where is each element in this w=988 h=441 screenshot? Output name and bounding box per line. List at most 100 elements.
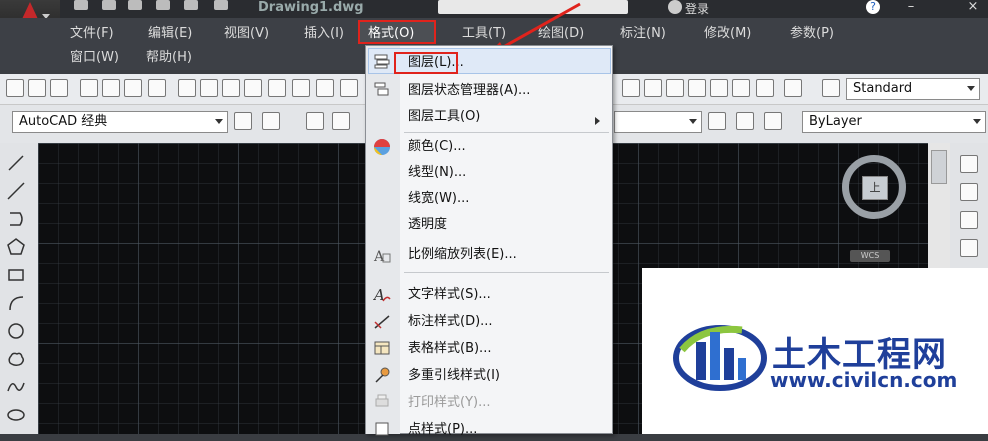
menu-item-lineweight[interactable]: 线宽(W)... bbox=[408, 188, 469, 210]
markup-icon[interactable] bbox=[710, 79, 728, 97]
paste-icon[interactable] bbox=[222, 79, 240, 97]
text-style-icon[interactable] bbox=[822, 79, 840, 97]
scale-list-icon: A bbox=[373, 249, 391, 264]
revision-cloud-icon[interactable] bbox=[6, 349, 26, 369]
layers-icon bbox=[374, 54, 390, 69]
close-button[interactable]: × bbox=[962, 0, 984, 14]
open-icon[interactable] bbox=[28, 79, 46, 97]
save-icon[interactable] bbox=[128, 0, 142, 10]
menu-parameters[interactable]: 参数(P) bbox=[790, 24, 834, 44]
workspace-lock-icon[interactable] bbox=[262, 112, 280, 130]
menu-item-table-style[interactable]: 表格样式(B)... bbox=[408, 338, 491, 360]
plot-style-icon bbox=[375, 394, 389, 407]
workspace-settings-icon[interactable] bbox=[234, 112, 252, 130]
save-as-icon[interactable] bbox=[156, 0, 170, 10]
new-icon[interactable] bbox=[6, 79, 24, 97]
undo-icon[interactable] bbox=[184, 0, 198, 10]
menu-format[interactable]: 格式(O) bbox=[368, 24, 414, 44]
help-icon[interactable] bbox=[784, 79, 802, 97]
quickcalc-icon[interactable] bbox=[732, 79, 750, 97]
menu-edit[interactable]: 编辑(E) bbox=[148, 24, 192, 44]
copy-object-icon[interactable] bbox=[960, 183, 978, 201]
point-style-icon bbox=[375, 422, 389, 436]
table-style-icon bbox=[374, 341, 390, 355]
menu-item-transparency[interactable]: 透明度 bbox=[408, 214, 447, 236]
redo-icon[interactable] bbox=[316, 79, 334, 97]
new-file-icon[interactable] bbox=[74, 0, 88, 10]
open-file-icon[interactable] bbox=[102, 0, 116, 10]
save-icon[interactable] bbox=[50, 79, 68, 97]
chevron-down-icon bbox=[967, 86, 975, 91]
layer-state-icon[interactable] bbox=[764, 112, 782, 130]
3d-dwf-icon[interactable] bbox=[148, 79, 166, 97]
copy-icon[interactable] bbox=[200, 79, 218, 97]
make-current-icon[interactable] bbox=[708, 112, 726, 130]
color-select[interactable]: ByLayer bbox=[802, 111, 986, 133]
properties-icon[interactable] bbox=[622, 79, 640, 97]
menu-item-color[interactable]: 颜色(C)... bbox=[408, 136, 466, 158]
erase-icon[interactable] bbox=[960, 155, 978, 173]
wcs-menu[interactable]: WCS bbox=[850, 250, 890, 262]
plot-preview-icon[interactable] bbox=[102, 79, 120, 97]
redo-icon[interactable] bbox=[214, 0, 228, 10]
menu-item-scale-list[interactable]: 比例缩放列表(E)... bbox=[408, 244, 517, 266]
color-value: ByLayer bbox=[809, 114, 862, 129]
menu-view[interactable]: 视图(V) bbox=[224, 24, 269, 44]
menu-item-layer-state-manager[interactable]: 图层状态管理器(A)... bbox=[408, 80, 530, 102]
block-editor-icon[interactable] bbox=[268, 79, 286, 97]
construction-line-icon[interactable] bbox=[6, 181, 26, 201]
minimize-button[interactable]: – bbox=[900, 0, 922, 14]
menu-item-text-style[interactable]: 文字样式(S)... bbox=[408, 284, 491, 306]
menu-dimension[interactable]: 标注(N) bbox=[620, 24, 666, 44]
polyline-icon[interactable] bbox=[6, 209, 26, 229]
tool-palettes-icon[interactable] bbox=[666, 79, 684, 97]
menu-file[interactable]: 文件(F) bbox=[70, 24, 114, 44]
bulb-icon[interactable] bbox=[332, 112, 350, 130]
design-center-icon[interactable] bbox=[644, 79, 662, 97]
text-style-value: Standard bbox=[853, 81, 913, 96]
menu-separator bbox=[404, 132, 609, 133]
spline-icon[interactable] bbox=[6, 377, 26, 397]
menu-item-point-style[interactable]: 点样式(P)... bbox=[408, 419, 477, 441]
user-icon[interactable] bbox=[668, 0, 682, 14]
menu-item-linetype[interactable]: 线型(N)... bbox=[408, 162, 466, 184]
menu-item-plot-style: 打印样式(Y)... bbox=[408, 395, 491, 410]
polygon-icon[interactable] bbox=[6, 237, 26, 257]
publish-icon[interactable] bbox=[124, 79, 142, 97]
sheet-set-icon[interactable] bbox=[688, 79, 706, 97]
layer-properties-icon[interactable] bbox=[306, 112, 324, 130]
circle-icon[interactable] bbox=[6, 321, 26, 341]
menu-help[interactable]: 帮助(H) bbox=[146, 48, 192, 68]
arc-icon[interactable] bbox=[6, 293, 26, 313]
line-icon[interactable] bbox=[6, 153, 26, 173]
offset-icon[interactable] bbox=[960, 239, 978, 257]
sign-in-label[interactable]: 登录 bbox=[685, 0, 709, 17]
rectangle-icon[interactable] bbox=[6, 265, 26, 285]
multileader-style-icon bbox=[375, 367, 390, 383]
scrollbar-thumb[interactable] bbox=[931, 150, 947, 184]
undo-icon[interactable] bbox=[292, 79, 310, 97]
viewcube-top-face[interactable]: 上 bbox=[862, 176, 888, 200]
chevron-down-icon bbox=[689, 119, 697, 124]
workspace-select[interactable]: AutoCAD 经典 bbox=[12, 111, 228, 133]
text-style-select[interactable]: Standard bbox=[846, 78, 980, 100]
match-properties-icon[interactable] bbox=[244, 79, 262, 97]
calculator-icon[interactable] bbox=[756, 79, 774, 97]
dimension-style-icon bbox=[374, 315, 390, 329]
layer-select[interactable] bbox=[614, 111, 702, 133]
menu-modify[interactable]: 修改(M) bbox=[704, 24, 751, 44]
document-title: Drawing1.dwg bbox=[258, 0, 364, 15]
ellipse-icon[interactable] bbox=[6, 405, 26, 425]
menu-window[interactable]: 窗口(W) bbox=[70, 48, 119, 68]
mirror-icon[interactable] bbox=[960, 211, 978, 229]
text-style-icon: A bbox=[373, 286, 391, 303]
pan-icon[interactable] bbox=[340, 79, 358, 97]
menu-item-multileader-style[interactable]: 多重引线样式(I) bbox=[408, 365, 500, 387]
menu-item-dimension-style[interactable]: 标注样式(D)... bbox=[408, 311, 493, 333]
help-icon[interactable]: ? bbox=[866, 0, 880, 14]
menu-item-layer-tools[interactable]: 图层工具(O) bbox=[408, 106, 480, 128]
layer-previous-icon[interactable] bbox=[736, 112, 754, 130]
plot-icon[interactable] bbox=[80, 79, 98, 97]
menu-insert[interactable]: 插入(I) bbox=[304, 24, 344, 44]
cut-icon[interactable] bbox=[178, 79, 196, 97]
